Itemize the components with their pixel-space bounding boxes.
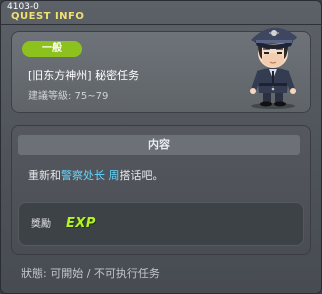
quest-description: 重新和警察处长 周搭话吧。	[28, 169, 164, 183]
quest-info-window: 4103-0 QUEST INFO 一般 [旧东方神州] 秘密任务 建議等級: …	[0, 0, 322, 294]
quest-level-range: 建議等級: 75~79	[28, 91, 109, 102]
npc-name-link[interactable]: 警察处长 周	[61, 169, 120, 182]
window-title: QUEST INFO	[11, 11, 85, 22]
content-section-header: 内容	[18, 135, 300, 155]
exp-reward-icon: EXP	[66, 216, 96, 231]
npc-police-chief-portrait	[229, 13, 315, 111]
quest-category-badge: 一般	[22, 41, 82, 57]
quest-status: 狀態: 可開始 / 不可执行任务	[21, 267, 160, 280]
quest-name: [旧东方神州] 秘密任务	[28, 69, 140, 82]
reward-label: 獎勵	[31, 219, 51, 230]
reward-box	[18, 202, 304, 246]
desc-suffix: 搭话吧。	[119, 169, 164, 182]
desc-prefix: 重新和	[28, 169, 61, 182]
